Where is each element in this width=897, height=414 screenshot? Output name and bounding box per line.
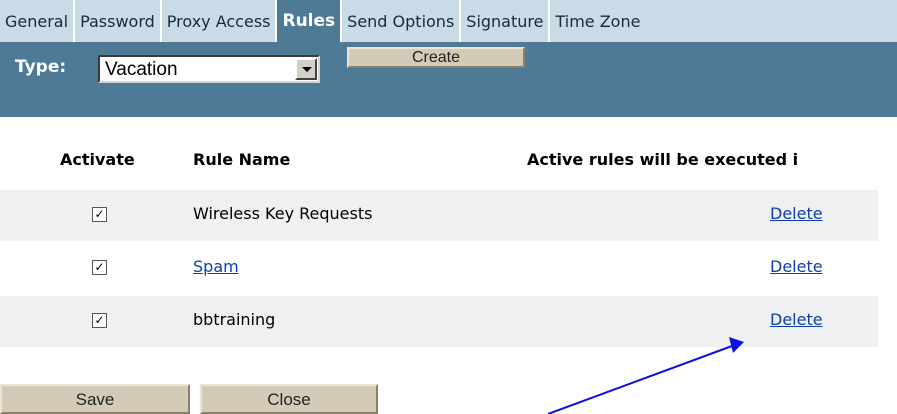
column-header-rule-name: Rule Name xyxy=(193,150,291,169)
tab-proxy-access[interactable]: Proxy Access xyxy=(161,0,278,42)
tab-time-zone[interactable]: Time Zone xyxy=(550,0,897,42)
delete-link[interactable]: Delete xyxy=(770,310,823,329)
table-row: ✓ Wireless Key Requests Delete xyxy=(0,190,878,241)
rule-type-select[interactable]: Vacation xyxy=(98,55,320,83)
activate-checkbox[interactable]: ✓ xyxy=(92,313,107,328)
rule-name: bbtraining xyxy=(193,310,276,329)
rule-name: Wireless Key Requests xyxy=(193,204,373,223)
create-button[interactable]: Create xyxy=(347,47,525,68)
close-button[interactable]: Close xyxy=(200,384,378,414)
tab-rules[interactable]: Rules xyxy=(277,0,343,42)
table-row: ✓ bbtraining Delete xyxy=(0,296,878,347)
type-label: Type: xyxy=(15,57,67,77)
tab-bar: General Password Proxy Access Rules Send… xyxy=(0,0,897,42)
delete-link[interactable]: Delete xyxy=(770,257,823,276)
rule-name-link[interactable]: Spam xyxy=(193,257,239,276)
activate-checkbox[interactable]: ✓ xyxy=(92,207,107,222)
tab-signature[interactable]: Signature xyxy=(461,0,551,42)
column-header-activate: Activate xyxy=(60,150,135,169)
save-button[interactable]: Save xyxy=(0,384,190,414)
tab-general[interactable]: General xyxy=(0,0,76,42)
table-row: ✓ Spam Delete xyxy=(0,243,878,294)
rule-type-toolbar: Type: Vacation Create xyxy=(0,42,897,117)
dropdown-arrow-icon[interactable] xyxy=(295,58,317,80)
tab-password[interactable]: Password xyxy=(75,0,162,42)
activate-checkbox[interactable]: ✓ xyxy=(92,260,107,275)
tab-send-options[interactable]: Send Options xyxy=(342,0,462,42)
rule-type-selected-value: Vacation xyxy=(105,59,178,80)
column-header-note: Active rules will be executed i xyxy=(527,150,799,169)
delete-link[interactable]: Delete xyxy=(770,204,823,223)
